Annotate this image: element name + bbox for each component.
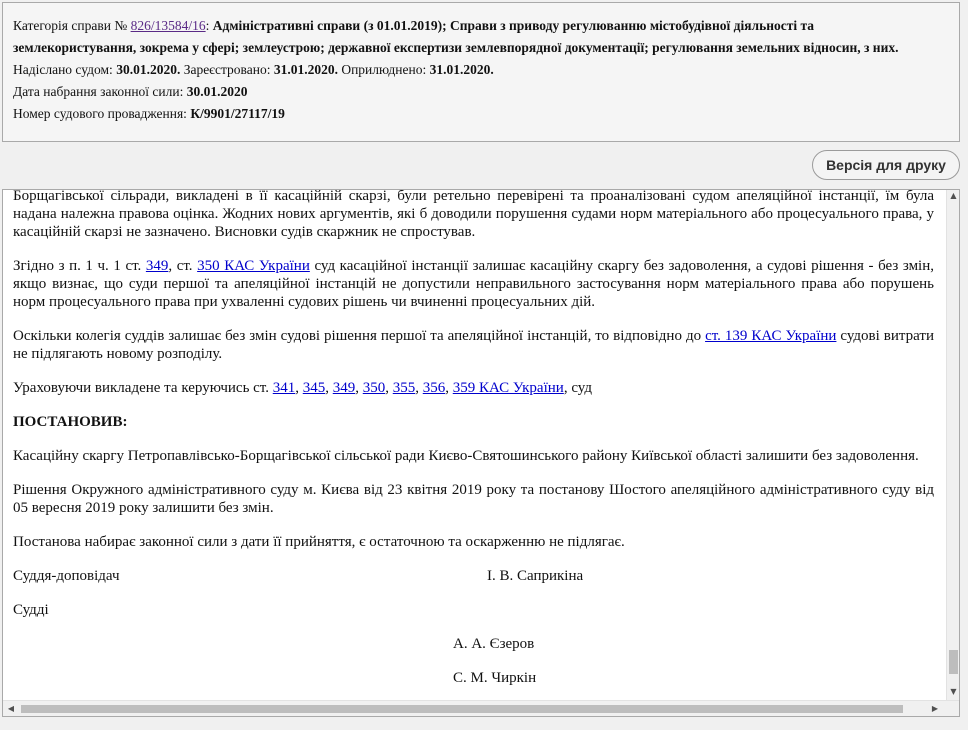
document-viewer[interactable]: Борщагівської сільради, викладені в її к…	[2, 189, 960, 717]
judges-label: Судді	[13, 602, 49, 618]
paragraph-7: Постанова набирає законної сили з дати ї…	[13, 534, 625, 550]
judges-row: Судді	[13, 601, 934, 619]
horizontal-scroll-thumb[interactable]	[21, 705, 903, 713]
effective-date: 30.01.2020	[186, 84, 248, 99]
document-text: Борщагівської сільради, викладені в її к…	[13, 189, 934, 703]
article-link[interactable]: 356	[423, 380, 446, 396]
article-139-link[interactable]: ст. 139 КАС України	[705, 328, 836, 344]
article-link[interactable]: 345	[303, 380, 326, 396]
paragraph-5: Касаційну скаргу Петропавлівсько-Борщагі…	[13, 448, 919, 464]
category-text-2: землекористування, зокрема у сфері; земл…	[13, 40, 899, 55]
article-349-link[interactable]: 349	[146, 258, 169, 274]
p4-text-b: , суд	[563, 380, 592, 396]
p4-text-a: Ураховуючи викладене та керуючись ст.	[13, 380, 269, 396]
effective-label: Дата набрання законної сили:	[13, 84, 184, 99]
category-text-1: Адміністративні справи (з 01.01.2019); С…	[212, 18, 815, 33]
case-info-panel: Категорія справи № 826/13584/16: Адмініс…	[2, 2, 960, 142]
scroll-up-icon[interactable]: ▲	[947, 190, 959, 202]
registered-label: Зареєстровано:	[183, 62, 271, 77]
print-version-button[interactable]: Версія для друку	[812, 150, 960, 180]
proceeding-line: Номер судового провадження: К/9901/27117…	[13, 103, 949, 125]
paragraph-2: Згідно з п. 1 ч. 1 ст. 349, ст. 350 КАС …	[13, 257, 934, 311]
scroll-right-icon[interactable]: ▶	[929, 703, 941, 715]
paragraph-3: Оскільки колегія суддів залишає без змін…	[13, 327, 934, 363]
horizontal-scrollbar[interactable]: ◀ ▶	[3, 700, 959, 716]
article-link[interactable]: 341	[273, 380, 296, 396]
article-350-link[interactable]: 350 КАС України	[197, 258, 310, 274]
judge-1-name: А. А. Єзеров	[453, 636, 535, 652]
judge-2-row: С. М. Чиркін	[13, 669, 934, 687]
resolution-heading: ПОСТАНОВИВ:	[13, 414, 128, 430]
proceeding-label: Номер судового провадження:	[13, 106, 187, 121]
vertical-scroll-thumb[interactable]	[949, 650, 958, 674]
paragraph-1: Борщагівської сільради, викладені в її к…	[13, 189, 934, 240]
judge-1-row: А. А. Єзеров	[13, 635, 934, 653]
reporter-signature-row: Суддя-доповідач І. В. Саприкіна	[13, 567, 934, 585]
scroll-down-icon[interactable]: ▼	[947, 686, 959, 698]
vertical-scrollbar[interactable]: ▲ ▼	[946, 190, 959, 700]
scroll-left-icon[interactable]: ◀	[5, 703, 17, 715]
registered-date: 31.01.2020.	[273, 62, 338, 77]
proceeding-number: К/9901/27117/19	[190, 106, 285, 121]
effective-line: Дата набрання законної сили: 30.01.2020	[13, 81, 949, 103]
category-line-1: Категорія справи № 826/13584/16: Адмініс…	[13, 18, 815, 33]
article-link[interactable]: 349	[333, 380, 356, 396]
reporter-label: Суддя-доповідач	[13, 568, 120, 584]
published-date: 31.01.2020.	[429, 62, 494, 77]
paragraph-6: Рішення Окружного адміністративного суду…	[13, 482, 934, 516]
p2-text-a: Згідно з п. 1 ч. 1 ст.	[13, 258, 142, 274]
article-link[interactable]: 350	[363, 380, 386, 396]
p3-text-a: Оскільки колегія суддів залишає без змін…	[13, 328, 702, 344]
published-label: Оприлюднено:	[341, 62, 427, 77]
sent-date: 30.01.2020.	[116, 62, 181, 77]
category-line-2: землекористування, зокрема у сфері; земл…	[13, 37, 949, 59]
article-link[interactable]: 355	[393, 380, 416, 396]
p2-text-b: , ст.	[168, 258, 193, 274]
paragraph-4: Ураховуючи викладене та керуючись ст. 34…	[13, 380, 592, 396]
sent-label: Надіслано судом:	[13, 62, 113, 77]
dates-line: Надіслано судом: 30.01.2020. Зареєстрова…	[13, 59, 949, 81]
reporter-name: І. В. Саприкіна	[487, 568, 584, 584]
article-link[interactable]: 359 КАС України	[453, 380, 564, 396]
category-label: Категорія справи №	[13, 18, 128, 33]
judge-2-name: С. М. Чиркін	[453, 670, 537, 686]
case-number-link[interactable]: 826/13584/16	[131, 18, 206, 33]
